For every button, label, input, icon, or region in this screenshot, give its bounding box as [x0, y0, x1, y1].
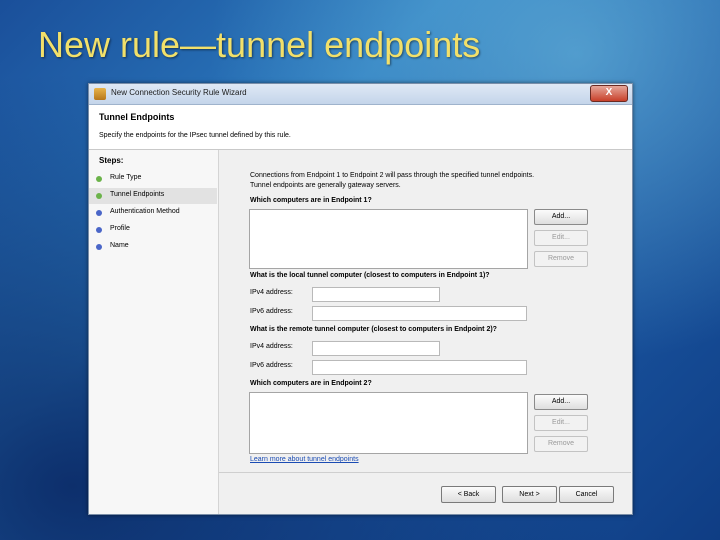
back-button[interactable]: < Back	[441, 486, 496, 503]
wizard-header: Tunnel Endpoints Specify the endpoints f…	[89, 105, 632, 150]
local-ipv6-field[interactable]	[312, 306, 527, 321]
endpoint1-remove-button[interactable]: Remove	[534, 251, 588, 267]
step-bullet-icon	[96, 210, 102, 216]
page-description: Specify the endpoints for the IPsec tunn…	[99, 132, 291, 139]
window-title: New Connection Security Rule Wizard	[111, 88, 247, 97]
endpoint1-listbox[interactable]	[249, 209, 528, 269]
step-bullet-icon	[96, 244, 102, 250]
close-icon: X	[605, 87, 613, 98]
endpoint2-question: Which computers are in Endpoint 2?	[250, 380, 372, 387]
footer-separator	[219, 472, 631, 473]
remote-ipv4-label: IPv4 address:	[250, 343, 293, 350]
endpoint2-add-button[interactable]: Add...	[534, 394, 588, 410]
step-bullet-icon	[96, 193, 102, 199]
slide-title: New rule—tunnel endpoints	[38, 24, 481, 65]
page-title: Tunnel Endpoints	[99, 112, 175, 122]
step-label: Profile	[110, 225, 130, 232]
next-button[interactable]: Next >	[502, 486, 557, 503]
step-rule-type[interactable]: Rule Type	[89, 171, 217, 187]
endpoint2-remove-button[interactable]: Remove	[534, 436, 588, 452]
firewall-icon	[94, 88, 106, 100]
step-label: Tunnel Endpoints	[110, 191, 165, 198]
step-name[interactable]: Name	[89, 239, 217, 255]
local-ipv4-field[interactable]	[312, 287, 440, 302]
remote-ipv4-field[interactable]	[312, 341, 440, 356]
remote-tunnel-question: What is the remote tunnel computer (clos…	[250, 326, 497, 333]
local-ipv6-label: IPv6 address:	[250, 308, 293, 315]
intro-text: Connections from Endpoint 1 to Endpoint …	[250, 171, 610, 191]
remote-ipv6-label: IPv6 address:	[250, 362, 293, 369]
step-bullet-icon	[96, 227, 102, 233]
remote-ipv6-field[interactable]	[312, 360, 527, 375]
steps-panel: Steps: Rule Type Tunnel Endpoints Authen…	[89, 150, 219, 514]
intro-line-2: Tunnel endpoints are generally gateway s…	[250, 182, 401, 189]
wizard-window: New Connection Security Rule Wizard X Tu…	[88, 83, 633, 515]
window-titlebar[interactable]: New Connection Security Rule Wizard X	[89, 84, 632, 105]
step-bullet-icon	[96, 176, 102, 182]
local-tunnel-question: What is the local tunnel computer (close…	[250, 272, 490, 279]
intro-line-1: Connections from Endpoint 1 to Endpoint …	[250, 172, 535, 179]
step-label: Rule Type	[110, 174, 142, 181]
endpoint2-edit-button[interactable]: Edit...	[534, 415, 588, 431]
step-profile[interactable]: Profile	[89, 222, 217, 238]
step-label: Name	[110, 242, 129, 249]
cancel-button[interactable]: Cancel	[559, 486, 614, 503]
steps-title: Steps:	[99, 156, 124, 165]
endpoint1-add-button[interactable]: Add...	[534, 209, 588, 225]
learn-more-link[interactable]: Learn more about tunnel endpoints	[250, 456, 359, 463]
step-authentication-method[interactable]: Authentication Method	[89, 205, 217, 221]
endpoint1-edit-button[interactable]: Edit...	[534, 230, 588, 246]
close-button[interactable]: X	[590, 85, 628, 102]
step-label: Authentication Method	[110, 208, 180, 215]
endpoint1-question: Which computers are in Endpoint 1?	[250, 197, 372, 204]
endpoint2-listbox[interactable]	[249, 392, 528, 454]
local-ipv4-label: IPv4 address:	[250, 289, 293, 296]
step-tunnel-endpoints[interactable]: Tunnel Endpoints	[89, 188, 217, 204]
